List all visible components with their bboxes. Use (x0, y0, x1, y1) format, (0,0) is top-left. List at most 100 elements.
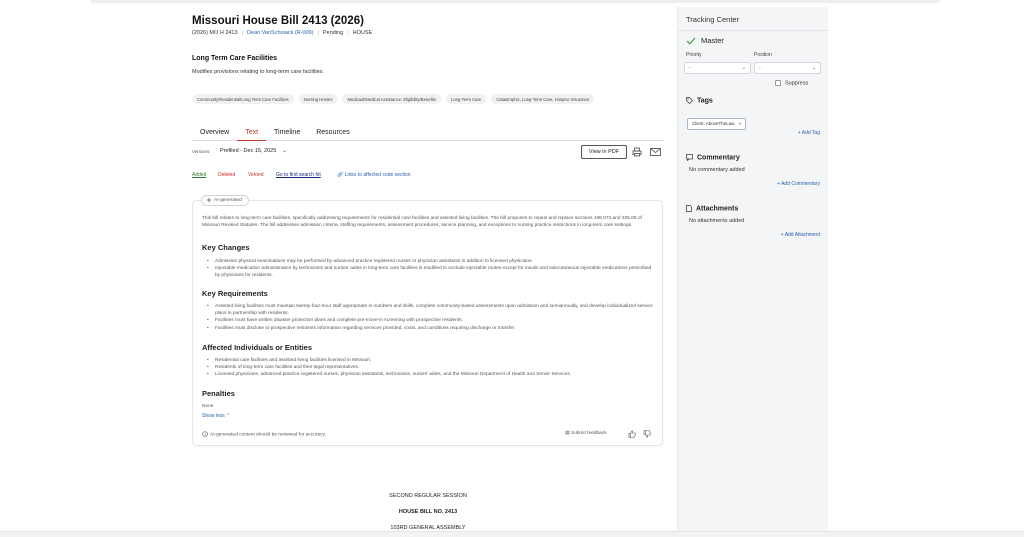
close-icon[interactable]: × (739, 121, 742, 126)
ai-badge-label: AI-generated (214, 198, 242, 203)
sponsor-link[interactable]: Dean VanSchoiack (R-009) (247, 30, 314, 36)
master-label: Master (701, 36, 724, 45)
suppress-checkbox[interactable]: Suppress (775, 80, 808, 86)
tag-icon (686, 97, 693, 104)
position-select[interactable]: - ⌄ (754, 62, 821, 74)
bill-tabs: Overview Text Timeline Resources (192, 126, 664, 141)
mail-icon[interactable] (650, 148, 661, 156)
legend-added: Added (192, 172, 207, 178)
subject-chip[interactable]: Nursing Homes (298, 94, 338, 104)
legend-deleted: Deleted (218, 172, 236, 178)
tags-heading: Tags (686, 97, 713, 104)
sparkle-icon (206, 196, 212, 203)
checkbox-icon (775, 80, 781, 86)
position-label: Position (754, 52, 772, 58)
no-attachments-text: No attachments added (689, 218, 745, 224)
subject-chip[interactable]: Medicaid/Medical Assistance: Eligibility… (342, 94, 441, 104)
tab-text[interactable]: Text (237, 126, 267, 141)
document-icon (686, 205, 692, 212)
show-less-label: Show less (202, 413, 225, 419)
version-row: Versions: Prefiled - Dec 15, 2025 ⌄ View… (192, 145, 664, 159)
sidebar-title: Tracking Center (686, 15, 740, 24)
priority-select[interactable]: - ⌄ (684, 62, 751, 74)
bill-status: Pending (322, 30, 344, 36)
penalties-none: None (202, 404, 214, 409)
version-select[interactable]: Prefiled - Dec 15, 2025 (220, 148, 276, 154)
bill-code: (2026) MO H 2413 (192, 30, 238, 36)
check-icon (686, 37, 696, 45)
chevron-down-icon: ⌄ (811, 65, 816, 71)
add-tag-link[interactable]: + Add Tag (798, 130, 820, 136)
position-value: - (759, 65, 761, 71)
thumbs-up-icon[interactable] (628, 430, 636, 438)
section-heading: Penalties (202, 389, 235, 398)
versions-label: Versions: (192, 149, 211, 154)
section-heading: Affected Individuals or Entities (202, 343, 313, 352)
tab-overview[interactable]: Overview (192, 126, 237, 141)
legend-vetoed: Vetoed (248, 172, 264, 178)
add-commentary-link[interactable]: + Add Commentary (777, 181, 820, 187)
subject-chip[interactable]: Long-Term Care (445, 94, 487, 104)
document-session-line: SECOND REGULAR SESSION (389, 493, 467, 499)
subject-chip[interactable]: Community/Residential/Long Term Care Fac… (192, 94, 294, 104)
print-icon[interactable] (632, 147, 642, 157)
no-commentary-text: No commentary added (689, 167, 745, 173)
chevron-down-icon[interactable]: ⌄ (282, 147, 287, 154)
list-item: Licensed physicians, advanced practice r… (207, 371, 653, 378)
commentary-heading: Commentary (686, 154, 740, 162)
list-item: Residential care facilities and assisted… (207, 357, 653, 364)
tab-timeline[interactable]: Timeline (266, 126, 308, 141)
code-section-links-label: Links to affected code section (344, 172, 411, 178)
tracking-center-sidebar: Tracking Center Master Priority Position… (677, 7, 829, 537)
list-item: Facilities must have written disaster pr… (207, 317, 653, 324)
tag-chip[interactable]: Client: AboveTheLaw × (687, 118, 747, 130)
view-pdf-button[interactable]: View in PDF (581, 145, 627, 159)
submit-feedback-label: Submit feedback (570, 431, 607, 436)
list-item: Admission physical examinations may be p… (207, 258, 653, 265)
tag-label: Client: AboveTheLaw (692, 121, 735, 126)
priority-label: Priority (686, 52, 702, 58)
ai-summary-text: This bill relates to long-term care faci… (202, 216, 642, 229)
ai-disclaimer: AI-generated content should be reviewed … (202, 431, 326, 437)
subject-chips: Community/Residential/Long Term Care Fac… (192, 94, 664, 104)
subject-description: Modifies provisions relating to long-ter… (192, 69, 325, 75)
bill-title: Missouri House Bill 2413 (2026) (192, 15, 364, 27)
commentary-heading-label: Commentary (697, 154, 740, 162)
list-item: Residents of long-term care facilities a… (207, 364, 653, 371)
master-tracker[interactable]: Master (686, 36, 724, 45)
bill-main-panel: Missouri House Bill 2413 (2026) (2026) M… (192, 0, 664, 537)
bill-chamber: HOUSE (352, 30, 373, 36)
section-heading: Key Changes (202, 243, 250, 252)
link-icon: 🔗︎ (337, 172, 345, 178)
attachments-heading: Attachments (686, 205, 738, 212)
add-attachment-link[interactable]: + Add Attachment (781, 232, 820, 238)
tags-heading-label: Tags (697, 97, 713, 105)
key-changes-list: Admission physical examinations may be p… (207, 258, 653, 280)
affected-entities-list: Residential care facilities and assisted… (207, 357, 653, 379)
show-less-link[interactable]: Show less ⌃ (202, 413, 230, 419)
ai-summary-card: AI-generated This bill relates to long-t… (192, 195, 663, 446)
list-item: Injectable medication administration by … (207, 265, 653, 279)
thumbs-down-icon[interactable] (643, 430, 651, 438)
info-icon (202, 431, 208, 437)
ai-card-footer: AI-generated content should be reviewed … (202, 430, 656, 439)
subject-title: Long Term Care Facilities (192, 55, 278, 62)
list-item: Assisted living facilities must maintain… (207, 303, 653, 317)
section-heading: Key Requirements (202, 289, 268, 298)
page-bottom-edge (0, 531, 1024, 537)
priority-value: - (689, 65, 691, 71)
code-section-links[interactable]: 🔗︎ Links to affected code section (337, 172, 411, 178)
subject-chip[interactable]: Catastrophic, Long-Term Care, Hospice In… (491, 94, 595, 104)
suppress-label: Suppress (785, 80, 809, 87)
ai-badge: AI-generated (201, 195, 249, 206)
attachments-heading-label: Attachments (696, 205, 739, 213)
key-requirements-list: Assisted living facilities must maintain… (207, 303, 653, 332)
submit-feedback-button[interactable]: ▤ Submit feedback (565, 431, 607, 436)
chevron-up-icon: ⌃ (226, 413, 231, 419)
tab-resources[interactable]: Resources (308, 126, 357, 141)
document-bill-number: HOUSE BILL NO. 2413 (398, 509, 458, 515)
bill-meta: (2026) MO H 2413 | Dean VanSchoiack (R-009… (192, 30, 373, 36)
sidebar-divider (678, 30, 829, 31)
first-search-hit-link[interactable]: Go to first search hit (276, 172, 321, 178)
comment-icon (686, 154, 693, 162)
